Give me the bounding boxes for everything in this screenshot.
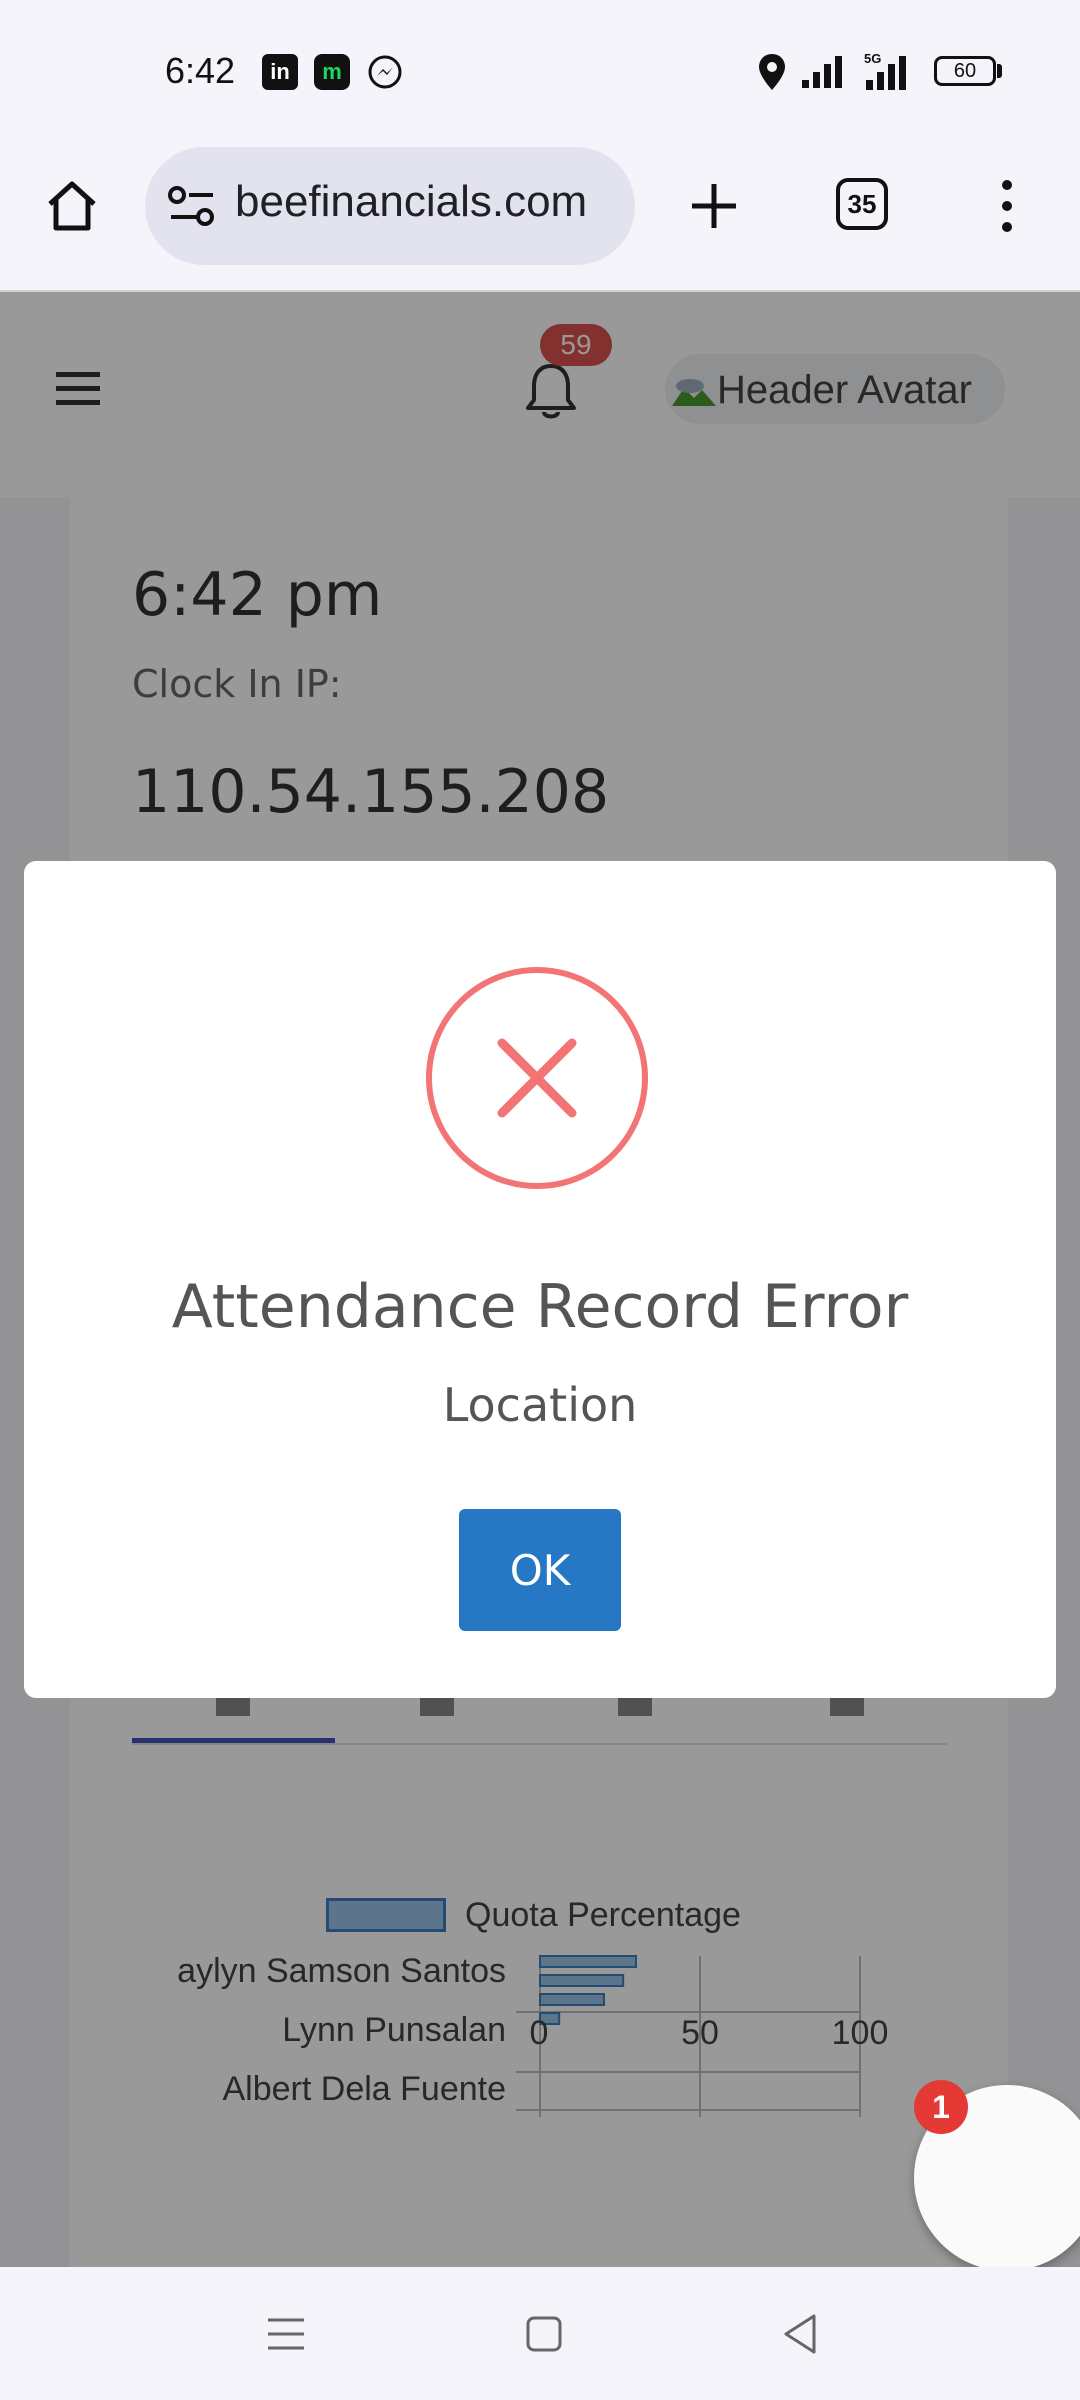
error-x-mark — [497, 1038, 577, 1118]
recent-apps-icon[interactable] — [266, 2314, 306, 2354]
error-x-icon — [426, 967, 648, 1189]
home-icon[interactable] — [42, 176, 102, 236]
more-options-icon[interactable] — [990, 176, 1024, 236]
battery-icon: 60 — [934, 56, 996, 86]
status-time: 6:42 — [165, 50, 236, 91]
url-text: beefinancials.com — [235, 177, 588, 226]
battery-tip — [997, 64, 1002, 78]
signal-icon — [802, 56, 842, 88]
dialog-message: Location — [442, 1378, 638, 1432]
signal-5g-icon: 5G — [864, 51, 906, 90]
tab-switcher-button[interactable]: 35 — [836, 178, 888, 230]
m-app-icon: m — [314, 54, 350, 90]
home-nav-icon[interactable] — [524, 2314, 564, 2354]
dialog-title: Attendance Record Error — [171, 1272, 909, 1342]
new-tab-icon[interactable] — [686, 178, 742, 234]
location-icon — [759, 54, 785, 90]
site-settings-icon[interactable] — [167, 185, 217, 227]
address-bar[interactable]: beefinancials.com — [145, 147, 635, 265]
linkedin-icon: in — [262, 54, 298, 90]
back-icon[interactable] — [780, 2312, 820, 2356]
svg-text:5G: 5G — [864, 51, 881, 66]
fab-badge: 1 — [914, 2080, 968, 2134]
messenger-icon — [368, 55, 402, 89]
ok-button[interactable]: OK — [459, 1509, 621, 1631]
